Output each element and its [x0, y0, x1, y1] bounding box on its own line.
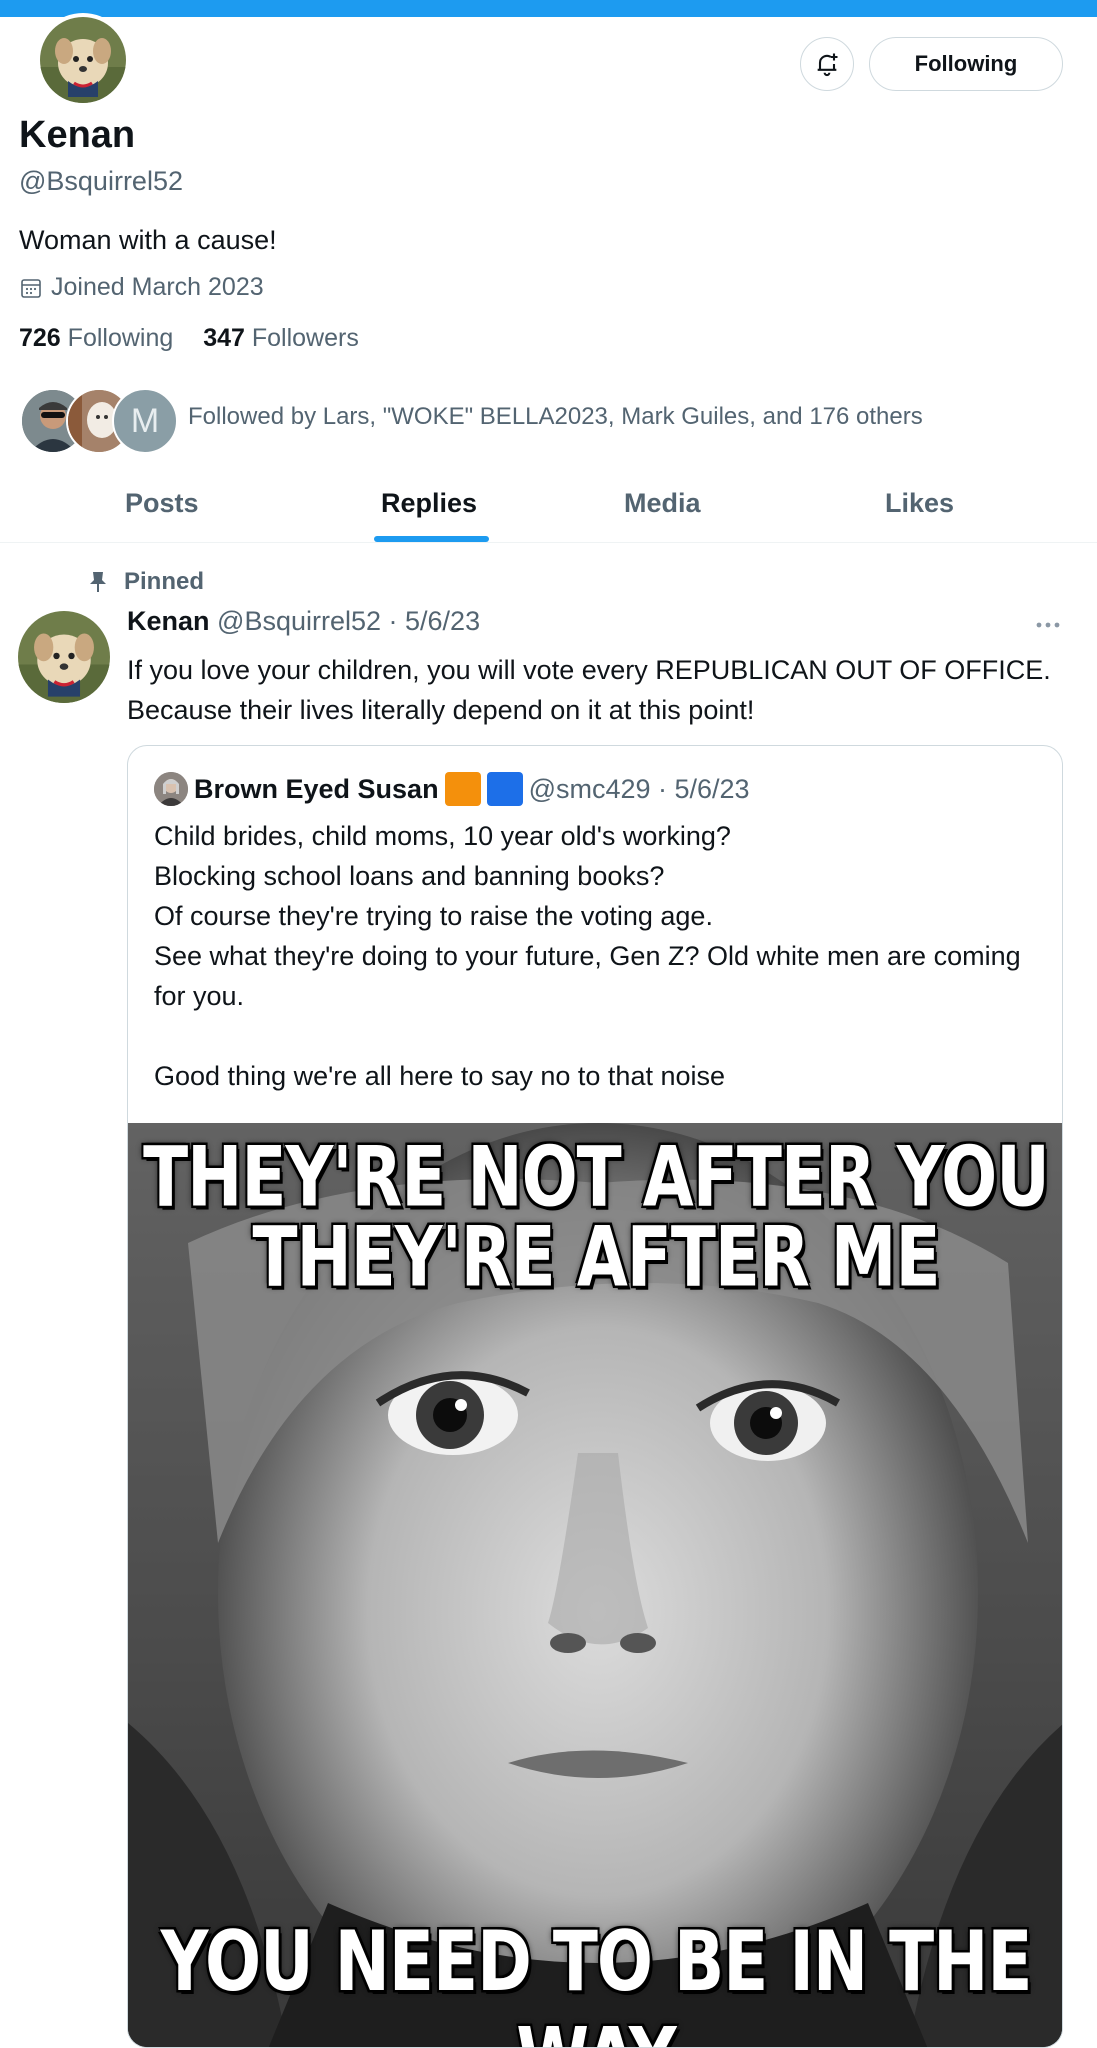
calendar-icon — [21, 278, 41, 298]
orange-square-icon — [444, 772, 481, 806]
profile-bio: Woman with a cause! — [19, 225, 277, 255]
profile-handle: @Bsquirrel52 — [19, 166, 183, 196]
joined-text: Joined March 2023 — [51, 273, 264, 301]
profile-avatar[interactable] — [36, 13, 130, 107]
following-label: Following — [67, 324, 174, 352]
tab-likes[interactable]: Likes — [885, 488, 954, 519]
top-accent-bar — [0, 0, 1097, 17]
quoted-tweet[interactable]: Brown Eyed Susan @smc429 · 5/6/23 Child … — [127, 745, 1063, 2048]
tab-replies[interactable]: Replies — [381, 488, 477, 519]
following-stat[interactable]: 726 Following — [19, 324, 173, 352]
quoted-line: Of course they're trying to raise the vo… — [154, 901, 713, 931]
tweet-author-avatar[interactable] — [18, 611, 110, 703]
tweet-text: If you love your children, you will vote… — [127, 655, 1051, 725]
quoted-tweet-text: Child brides, child moms, 10 year old's … — [154, 816, 1034, 1096]
bell-plus-icon — [817, 53, 838, 77]
quoted-author-name: Brown Eyed Susan — [194, 773, 439, 804]
blue-square-icon — [486, 772, 523, 806]
dog-avatar-image — [40, 17, 126, 103]
joined-date: Joined March 2023 — [19, 273, 264, 302]
tab-posts[interactable]: Posts — [125, 488, 199, 519]
quoted-tweet-header: Brown Eyed Susan @smc429 · 5/6/23 — [154, 772, 750, 806]
quoted-line: Child brides, child moms, 10 year old's … — [154, 821, 731, 851]
quoted-author-avatar — [154, 772, 188, 806]
follower-avatar-initial: M — [112, 388, 178, 454]
followed-by-avatars[interactable]: M — [20, 388, 178, 454]
quoted-line: Good thing we're all here to say no to t… — [154, 1061, 726, 1091]
quoted-tweet-image[interactable]: THEY'RE NOT AFTER YOU THEY'RE AFTER ME Y… — [128, 1123, 1062, 2047]
following-button[interactable]: Following — [869, 37, 1063, 91]
followers-count: 347 — [203, 324, 245, 352]
tweet-meta[interactable]: @Bsquirrel52 · 5/6/23 — [217, 606, 480, 636]
pin-icon — [90, 572, 106, 592]
quoted-meta: @smc429 · 5/6/23 — [528, 773, 750, 804]
profile-name: Kenan — [19, 114, 136, 156]
pinned-label: Pinned — [88, 568, 204, 596]
notifications-bell-button[interactable] — [800, 37, 854, 91]
pinned-text: Pinned — [124, 568, 205, 595]
meme-caption-bottom: YOU NEED TO BE IN THE WAY — [160, 1913, 1033, 2047]
following-count: 726 — [19, 324, 61, 352]
active-tab-indicator — [374, 536, 489, 542]
more-options-icon[interactable] — [1033, 610, 1063, 640]
follow-stats: 726 Following 347 Followers — [19, 324, 359, 353]
tweet-header: Kenan @Bsquirrel52 · 5/6/23 — [127, 606, 480, 637]
followers-label: Followers — [251, 324, 359, 352]
tab-media[interactable]: Media — [624, 488, 701, 519]
followed-by-text[interactable]: Followed by Lars, "WOKE" BELLA2023, Mark… — [188, 403, 923, 431]
quoted-line: Blocking school loans and banning books? — [154, 861, 665, 891]
tweet-author-name[interactable]: Kenan — [127, 606, 210, 636]
quoted-line — [154, 1016, 1034, 1056]
dog-avatar-image — [18, 611, 110, 703]
followers-stat[interactable]: 347 Followers — [203, 324, 359, 352]
meme-caption-middle: THEY'RE AFTER ME — [252, 1209, 940, 1306]
profile-tabs: Posts Replies Media Likes — [0, 470, 1097, 543]
quoted-line: See what they're doing to your future, G… — [154, 941, 1021, 1011]
